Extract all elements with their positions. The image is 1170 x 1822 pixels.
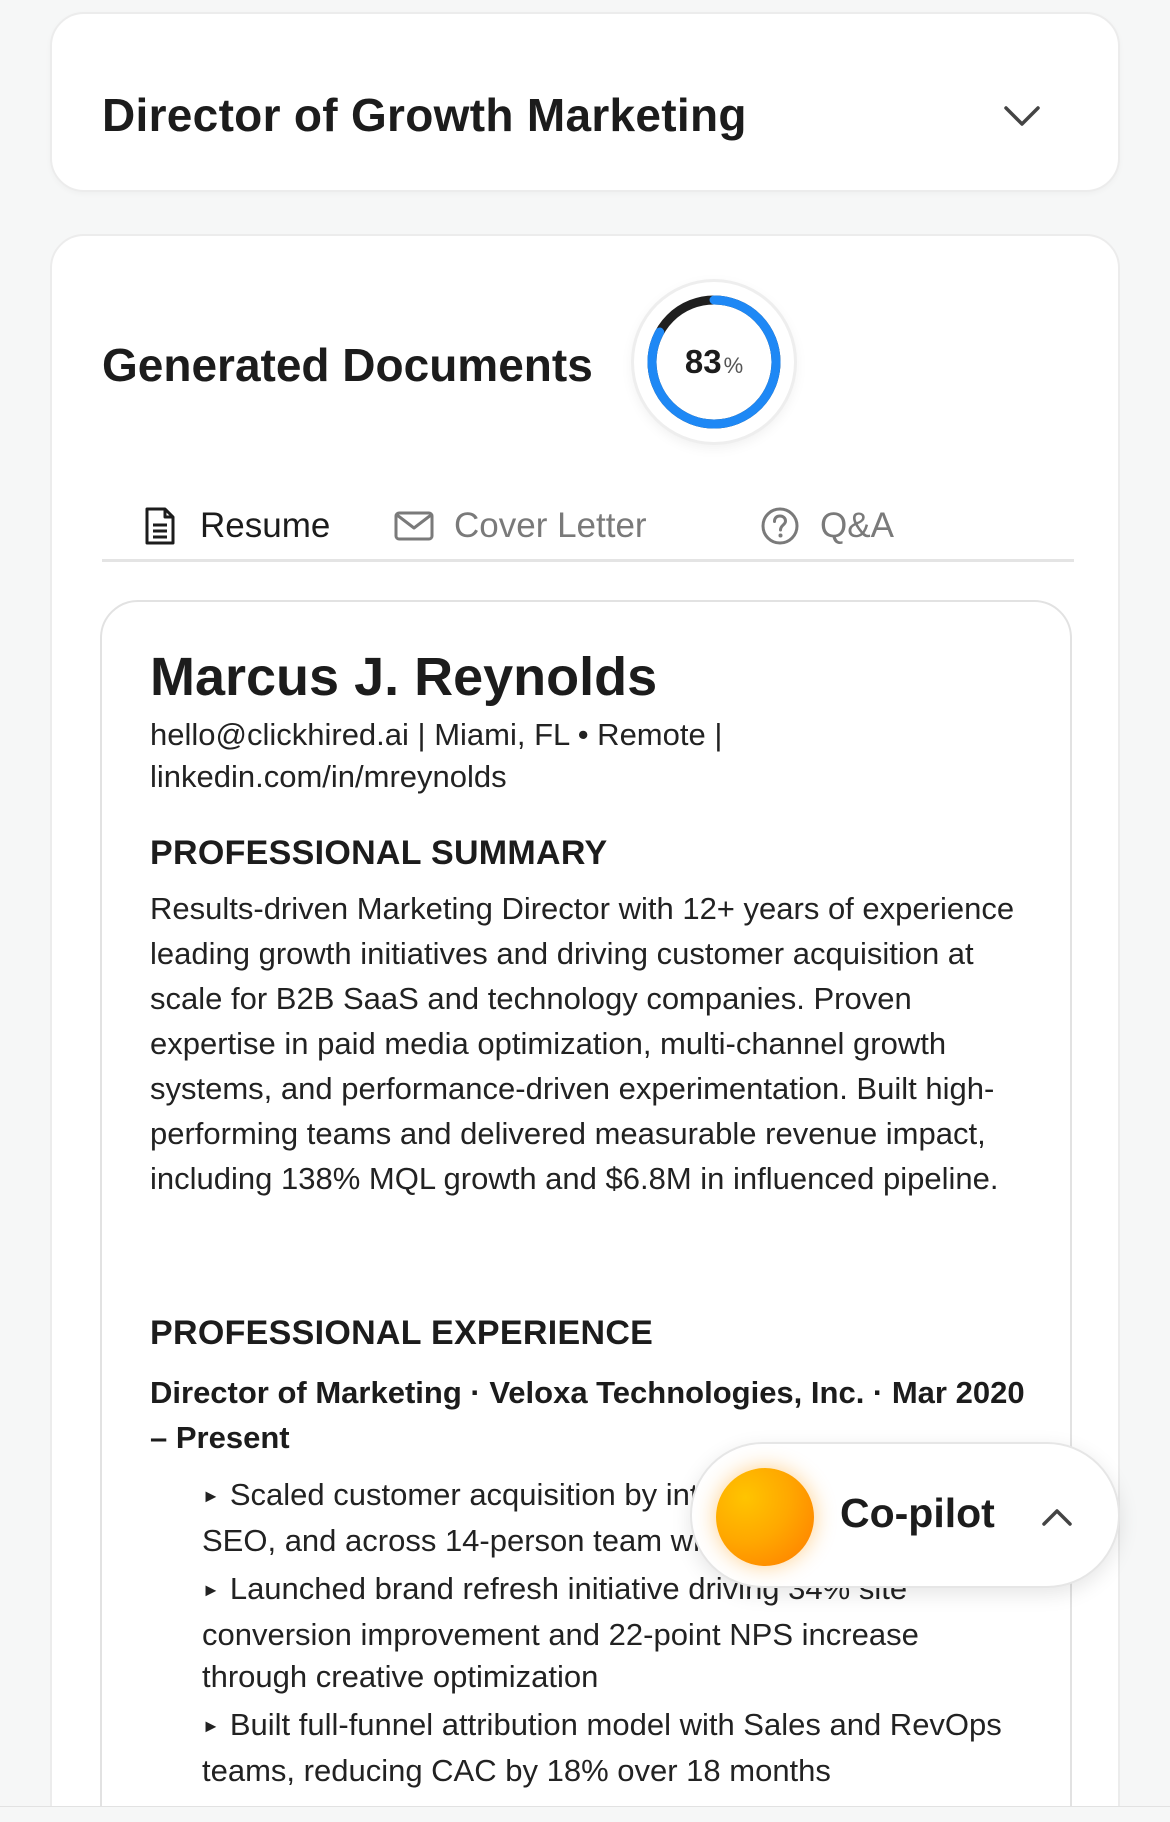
score-value: 83% bbox=[684, 343, 744, 380]
match-score-ring: 83% bbox=[634, 282, 794, 442]
job-title-card[interactable]: Director of Growth Marketing bbox=[50, 12, 1120, 192]
copilot-button[interactable]: Co-pilot bbox=[690, 1442, 1120, 1588]
document-tabs: Resume Cover Letter Q&A bbox=[102, 496, 1074, 562]
resume-name: Marcus J. Reynolds bbox=[150, 647, 658, 707]
tab-cover-letter[interactable]: Cover Letter bbox=[392, 496, 647, 556]
copilot-orb-icon bbox=[716, 1468, 814, 1566]
contact-line: linkedin.com/in/mreynolds bbox=[150, 759, 507, 794]
tab-resume[interactable]: Resume bbox=[138, 496, 330, 556]
list-item: ► Built full-funnel attribution model wit… bbox=[202, 1707, 1002, 1788]
question-circle-icon bbox=[758, 504, 802, 548]
envelope-icon bbox=[392, 504, 436, 548]
summary-heading: PROFESSIONAL SUMMARY bbox=[150, 834, 608, 872]
job-title: Director of Growth Marketing bbox=[102, 89, 747, 141]
bottom-edge bbox=[0, 1806, 1170, 1822]
chevron-down-icon[interactable] bbox=[992, 86, 1052, 146]
section-title: Generated Documents bbox=[102, 339, 593, 391]
contact-line: hello@clickhired.ai | Miami, FL • Remote… bbox=[150, 717, 723, 752]
tab-label: Q&A bbox=[820, 506, 894, 545]
tab-label: Cover Letter bbox=[454, 506, 647, 545]
page: Director of Growth Marketing Generated D… bbox=[0, 0, 1170, 1822]
document-icon bbox=[138, 504, 182, 548]
summary-text: Results-driven Marketing Director with 1… bbox=[150, 891, 1015, 1196]
chevron-up-icon[interactable] bbox=[1032, 1492, 1082, 1542]
experience-heading: PROFESSIONAL EXPERIENCE bbox=[150, 1314, 654, 1352]
tab-label: Resume bbox=[200, 506, 331, 545]
resume-contact: hello@clickhired.ai | Miami, FL • Remote… bbox=[150, 714, 930, 798]
copilot-label: Co-pilot bbox=[840, 1490, 995, 1536]
resume-preview[interactable]: Marcus J. Reynolds hello@clickhired.ai |… bbox=[100, 600, 1072, 1822]
tab-qa[interactable]: Q&A bbox=[758, 496, 894, 556]
